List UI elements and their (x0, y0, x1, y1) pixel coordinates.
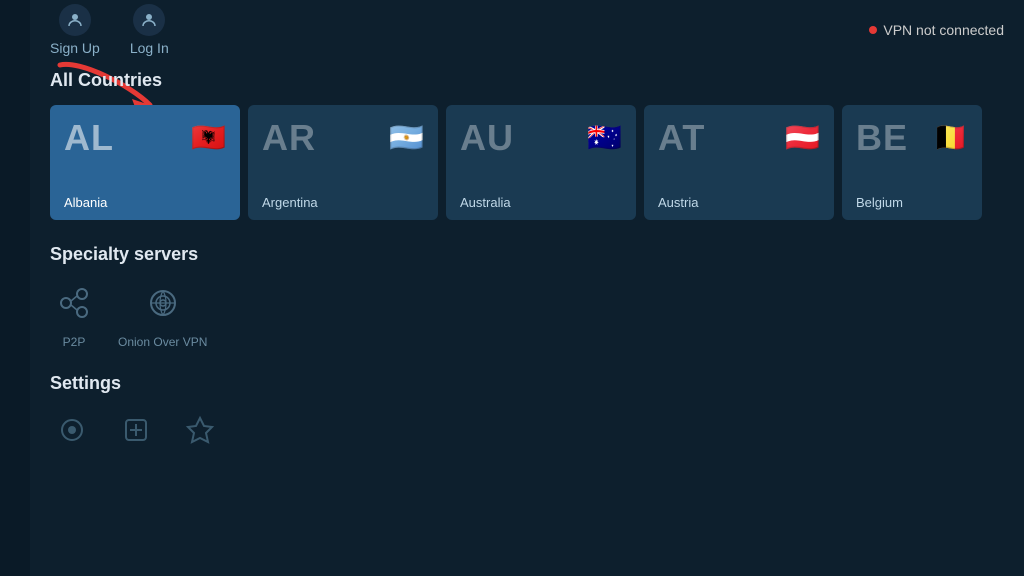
onion-label: Onion Over VPN (118, 335, 207, 349)
signup-label: Sign Up (50, 40, 100, 56)
specialty-servers-section: Specialty servers P2P (50, 244, 1004, 349)
vpn-status: VPN not connected (869, 22, 1004, 38)
signup-button[interactable]: Sign Up (50, 4, 100, 56)
country-code-belgium: BE (856, 117, 908, 159)
country-card-australia-top: AU 🇦🇺 (460, 117, 622, 159)
country-card-argentina[interactable]: AR 🇦🇷 Argentina (248, 105, 438, 220)
country-name-austria: Austria (658, 195, 820, 210)
signup-icon (59, 4, 91, 36)
p2p-label: P2P (63, 335, 86, 349)
p2p-icon (50, 279, 98, 327)
specialty-section-heading: Specialty servers (50, 244, 1004, 265)
country-code-austria: AT (658, 117, 705, 159)
country-flag-albania: 🇦🇱 (191, 124, 226, 152)
country-name-belgium: Belgium (856, 195, 968, 210)
country-code-albania: AL (64, 117, 114, 159)
login-icon (133, 4, 165, 36)
login-button[interactable]: Log In (130, 4, 169, 56)
country-code-argentina: AR (262, 117, 316, 159)
country-flag-australia: 🇦🇺 (587, 124, 622, 152)
settings-item-2[interactable] (114, 408, 158, 452)
top-bar-left: Sign Up Log In (50, 4, 169, 56)
specialty-p2p[interactable]: P2P (50, 279, 98, 349)
settings-item-3[interactable] (178, 408, 222, 452)
settings-icon-1 (50, 408, 94, 452)
vpn-status-text: VPN not connected (883, 22, 1004, 38)
country-name-albania: Albania (64, 195, 226, 210)
vpn-status-dot (869, 26, 877, 34)
onion-icon (139, 279, 187, 327)
main-content: All Countries AL 🇦🇱 Albania AR 🇦🇷 Argent… (30, 60, 1024, 576)
country-flag-austria: 🇦🇹 (785, 124, 820, 152)
login-label: Log In (130, 40, 169, 56)
country-card-belgium[interactable]: BE 🇧🇪 Belgium (842, 105, 982, 220)
country-flag-argentina: 🇦🇷 (389, 124, 424, 152)
country-grid: AL 🇦🇱 Albania AR 🇦🇷 Argentina AU 🇦🇺 Aust… (50, 105, 1004, 220)
settings-grid (50, 408, 1004, 452)
specialty-onion[interactable]: Onion Over VPN (118, 279, 207, 349)
country-card-austria-top: AT 🇦🇹 (658, 117, 820, 159)
settings-icon-2 (114, 408, 158, 452)
specialty-grid: P2P Onion Over VPN (50, 279, 1004, 349)
country-card-australia[interactable]: AU 🇦🇺 Australia (446, 105, 636, 220)
country-card-albania-top: AL 🇦🇱 (64, 117, 226, 159)
country-card-austria[interactable]: AT 🇦🇹 Austria (644, 105, 834, 220)
country-card-belgium-top: BE 🇧🇪 (856, 117, 968, 159)
countries-section-heading: All Countries (50, 70, 1004, 91)
country-name-argentina: Argentina (262, 195, 424, 210)
country-card-argentina-top: AR 🇦🇷 (262, 117, 424, 159)
country-card-albania[interactable]: AL 🇦🇱 Albania (50, 105, 240, 220)
settings-section-heading: Settings (50, 373, 1004, 394)
sidebar (0, 0, 30, 576)
settings-section: Settings (50, 373, 1004, 452)
country-name-australia: Australia (460, 195, 622, 210)
settings-item-1[interactable] (50, 408, 94, 452)
top-bar: Sign Up Log In VPN not connected (30, 0, 1024, 60)
country-flag-belgium: 🇧🇪 (933, 124, 968, 152)
country-code-australia: AU (460, 117, 514, 159)
settings-icon-3 (178, 408, 222, 452)
